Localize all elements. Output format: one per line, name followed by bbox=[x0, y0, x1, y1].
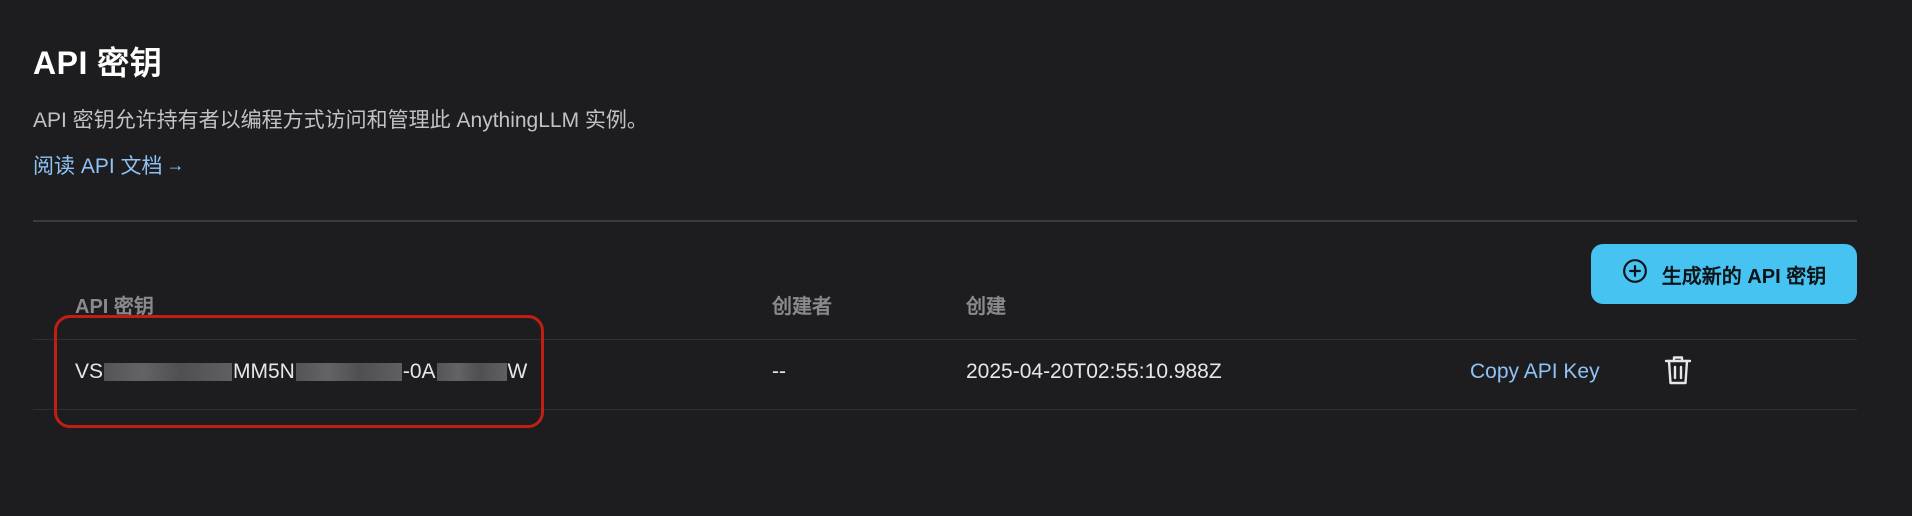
generate-api-key-button[interactable]: 生成新的 API 密钥 bbox=[1591, 244, 1857, 304]
column-header-creator: 创建者 bbox=[772, 296, 832, 318]
read-api-docs-label: 阅读 API 文档 bbox=[33, 155, 163, 178]
copy-api-key-link[interactable]: Copy API Key bbox=[1470, 360, 1600, 384]
trash-icon[interactable] bbox=[1664, 354, 1692, 386]
creator-value: -- bbox=[772, 360, 786, 383]
api-keys-page: API 密钥 API 密钥允许持有者以编程方式访问和管理此 AnythingLL… bbox=[0, 0, 1912, 516]
page-title: API 密钥 bbox=[33, 45, 163, 81]
read-api-docs-link[interactable]: 阅读 API 文档 → bbox=[33, 150, 185, 180]
highlight-box bbox=[54, 315, 544, 428]
page-description: API 密钥允许持有者以编程方式访问和管理此 AnythingLLM 实例。 bbox=[33, 109, 648, 132]
generate-api-key-label: 生成新的 API 密钥 bbox=[1661, 265, 1827, 288]
plus-circle-icon bbox=[1622, 258, 1648, 290]
created-timestamp: 2025-04-20T02:55:10.988Z bbox=[966, 360, 1222, 383]
section-divider bbox=[33, 220, 1857, 222]
column-header-created: 创建 bbox=[966, 296, 1006, 318]
arrow-right-icon: → bbox=[166, 154, 185, 175]
